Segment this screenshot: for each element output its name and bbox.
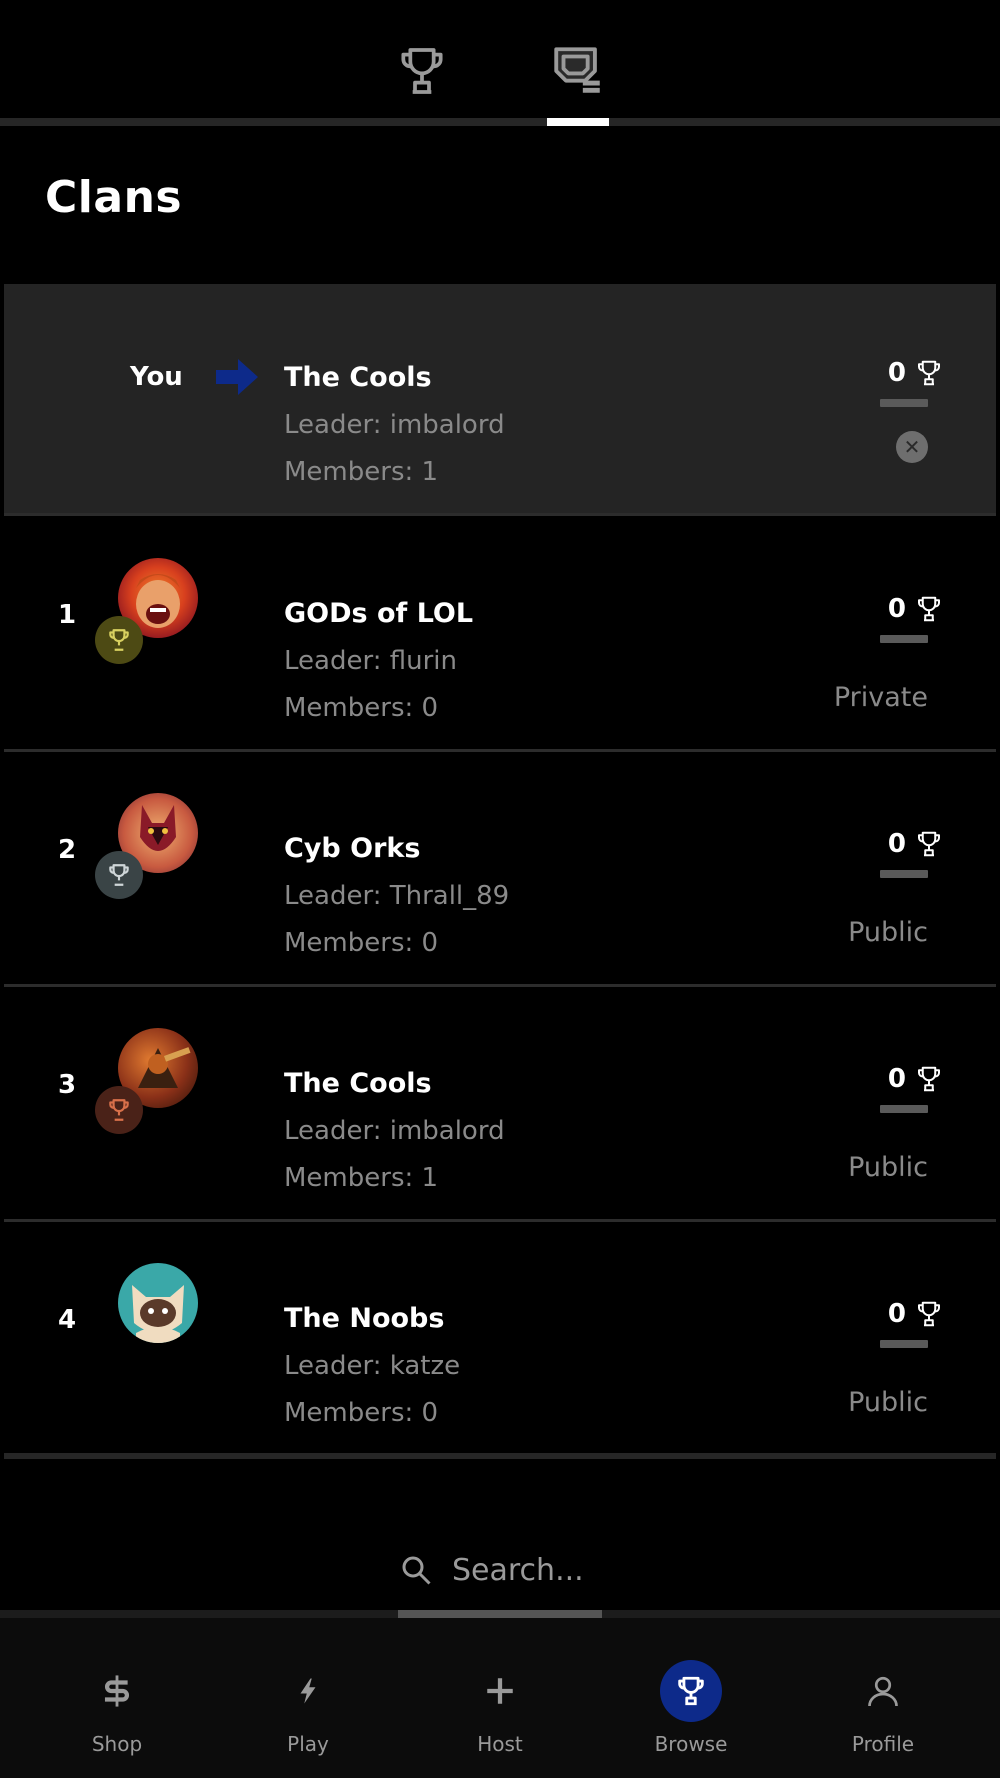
- silver-rank-badge: [95, 851, 143, 899]
- search-input[interactable]: [452, 1552, 602, 1588]
- nav-play[interactable]: Play: [248, 1660, 368, 1760]
- nav-label: Browse: [654, 1732, 728, 1756]
- bolt-icon: [277, 1660, 339, 1722]
- you-label: You: [130, 362, 183, 392]
- leave-clan-button[interactable]: ✕: [896, 431, 928, 463]
- divider-dash: [880, 635, 928, 643]
- nav-label: Host: [477, 1732, 523, 1756]
- trophy-count: 0: [887, 1299, 906, 1329]
- arrow-right-icon: [216, 359, 258, 395]
- clan-row[interactable]: 3 The Cools Leader: imbalord Members: 1 …: [4, 990, 996, 1222]
- bronze-rank-badge: [95, 1086, 143, 1134]
- trophy-icon: [660, 1660, 722, 1722]
- clan-rank: 2: [57, 835, 77, 865]
- list-end-divider: [4, 1453, 996, 1459]
- clan-leader: Leader: Thrall_89: [284, 881, 510, 911]
- clan-leader: Leader: imbalord: [284, 410, 505, 440]
- clan-row[interactable]: 2 Cyb Orks Leader: Thrall_89 Members: 0 …: [4, 755, 996, 987]
- clan-leader: Leader: katze: [284, 1351, 461, 1381]
- bottom-nav: Shop Play Host Browse Profile: [0, 1618, 1000, 1778]
- active-tab-indicator: [547, 118, 609, 126]
- trophy-score: 0: [888, 594, 944, 624]
- clan-privacy: Public: [848, 917, 928, 948]
- row-separator: [4, 513, 996, 516]
- trophy-icon: [918, 1301, 940, 1327]
- page-title: Clans: [45, 172, 183, 223]
- clan-members: Members: 1: [284, 1163, 439, 1193]
- clan-rank: 3: [57, 1070, 77, 1100]
- nav-profile[interactable]: Profile: [823, 1660, 943, 1760]
- trophy-count: 0: [887, 594, 906, 624]
- divider-dash: [880, 1340, 928, 1348]
- avatar: [118, 1263, 198, 1343]
- clan-privacy: Private: [833, 682, 928, 713]
- clan-row[interactable]: 1 GODs of LOL Leader: flurin Members: 0 …: [4, 520, 996, 752]
- close-icon: ✕: [903, 435, 921, 459]
- clan-board-icon: [554, 47, 600, 93]
- trophy-score: 0: [888, 1299, 944, 1329]
- nav-label: Shop: [91, 1732, 143, 1756]
- nav-shop[interactable]: Shop: [57, 1660, 177, 1760]
- clan-rank: 1: [57, 600, 77, 630]
- row-separator: [4, 749, 996, 752]
- nav-browse[interactable]: Browse: [631, 1660, 751, 1760]
- scrollbar-thumb[interactable]: [398, 1610, 602, 1618]
- search-bar[interactable]: [0, 1540, 1000, 1600]
- row-separator: [4, 1219, 996, 1222]
- tab-track: [0, 118, 1000, 126]
- person-icon: [852, 1660, 914, 1722]
- trophy-icon: [109, 864, 129, 886]
- trophy-score: 0: [888, 1064, 944, 1094]
- dollar-icon: [86, 1660, 148, 1722]
- tab-clans[interactable]: [543, 36, 613, 106]
- clan-name: GODs of LOL: [284, 598, 474, 629]
- clan-members: Members: 0: [284, 928, 439, 958]
- nav-host[interactable]: Host: [440, 1660, 560, 1760]
- trophy-score: 0: [888, 358, 944, 388]
- clan-leader: Leader: imbalord: [284, 1116, 505, 1146]
- nav-label: Play: [287, 1732, 329, 1756]
- row-separator: [4, 984, 996, 987]
- trophy-icon: [109, 629, 129, 651]
- plus-icon: [469, 1660, 531, 1722]
- trophy-count: 0: [887, 1064, 906, 1094]
- clan-privacy: Public: [848, 1152, 928, 1183]
- trophy-count: 0: [887, 829, 906, 859]
- divider-dash: [880, 1105, 928, 1113]
- divider-dash: [880, 399, 928, 407]
- clan-name: Cyb Orks: [284, 833, 421, 864]
- trophy-count: 0: [887, 358, 906, 388]
- clan-name: The Noobs: [284, 1303, 445, 1334]
- trophy-score: 0: [888, 829, 944, 859]
- top-tab-bar: [0, 0, 1000, 126]
- trophy-icon: [109, 1099, 129, 1121]
- divider-dash: [880, 870, 928, 878]
- clan-rank: 4: [57, 1305, 77, 1335]
- gold-rank-badge: [95, 616, 143, 664]
- trophy-icon: [401, 48, 443, 94]
- search-icon: [402, 1556, 431, 1585]
- clan-leader: Leader: flurin: [284, 646, 457, 676]
- trophy-icon: [918, 831, 940, 857]
- trophy-icon: [918, 596, 940, 622]
- trophy-icon: [918, 1066, 940, 1092]
- clan-row[interactable]: 4 The Noobs Leader: katze Members: 0 0 P…: [4, 1225, 996, 1457]
- clan-privacy: Public: [848, 1387, 928, 1418]
- clan-name: The Cools: [284, 362, 432, 393]
- clan-name: The Cools: [284, 1068, 432, 1099]
- trophy-icon: [918, 360, 940, 386]
- nav-label: Profile: [851, 1732, 915, 1756]
- clan-members: Members: 0: [284, 693, 439, 723]
- my-clan-row[interactable]: You The Cools Leader: imbalord Members: …: [4, 284, 996, 516]
- clan-members: Members: 0: [284, 1398, 439, 1428]
- tab-leaderboard[interactable]: [387, 36, 457, 106]
- clan-members: Members: 1: [284, 457, 439, 487]
